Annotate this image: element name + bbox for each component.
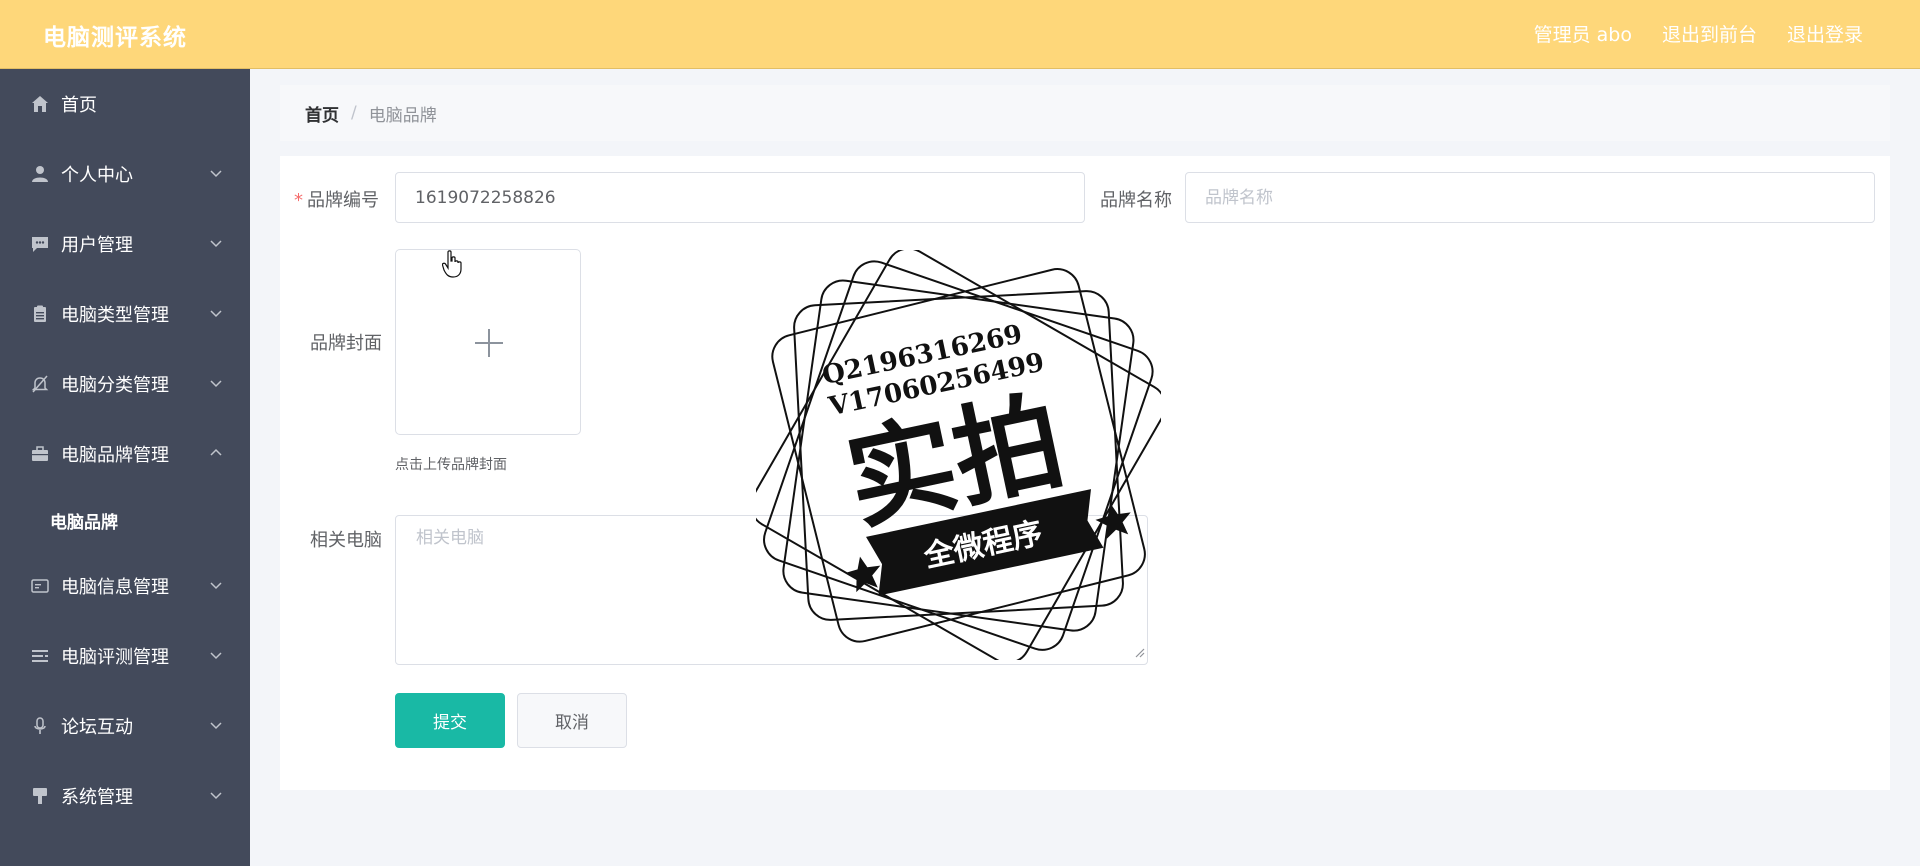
sidebar-item-label: 电脑分类管理	[61, 375, 169, 396]
bell-off-icon	[30, 374, 50, 394]
list-icon	[30, 646, 50, 666]
submenu-item-computer-brand[interactable]: 电脑品牌	[0, 489, 250, 551]
brand-name-label: 品牌名称	[1100, 190, 1172, 211]
chevron-down-icon	[210, 240, 222, 248]
brand-cover-label: 品牌封面	[310, 333, 382, 354]
sidebar: 首页 个人中心 用户管理 电脑类型管理 电脑分类管理 电脑品牌管理 电脑品牌 电…	[0, 69, 250, 866]
sidebar-item-computer-category[interactable]: 电脑分类管理	[0, 349, 250, 419]
admin-user-link[interactable]: 管理员 abo	[1534, 20, 1632, 47]
breadcrumb-separator: /	[351, 103, 357, 123]
sidebar-item-label: 电脑品牌管理	[61, 445, 169, 466]
card-icon	[30, 576, 50, 596]
user-icon	[30, 164, 50, 184]
cover-uploader[interactable]	[395, 249, 581, 435]
sidebar-item-label: 论坛互动	[61, 717, 133, 738]
sidebar-item-label: 电脑类型管理	[61, 305, 169, 326]
related-computer-label: 相关电脑	[310, 530, 382, 551]
chevron-down-icon	[210, 792, 222, 800]
related-computer-textarea[interactable]	[395, 515, 1148, 665]
sidebar-item-system[interactable]: 系统管理	[0, 761, 250, 831]
home-icon	[30, 94, 50, 114]
header-links: 管理员 abo 退出到前台 退出登录	[1534, 20, 1863, 47]
sidebar-item-home[interactable]: 首页	[0, 69, 250, 139]
sidebar-item-label: 个人中心	[61, 165, 133, 186]
upload-tip: 点击上传品牌封面	[395, 457, 507, 473]
chevron-down-icon	[210, 310, 222, 318]
clipboard-icon	[30, 304, 50, 324]
sidebar-item-personal-center[interactable]: 个人中心	[0, 139, 250, 209]
sidebar-item-label: 系统管理	[61, 787, 133, 808]
sidebar-item-label: 首页	[61, 95, 97, 116]
sidebar-item-computer-review[interactable]: 电脑评测管理	[0, 621, 250, 691]
breadcrumb-current: 电脑品牌	[368, 105, 437, 126]
brand-no-input[interactable]	[395, 172, 1085, 223]
required-mark: *	[294, 190, 303, 211]
sidebar-item-label: 电脑信息管理	[61, 577, 169, 598]
chevron-down-icon	[210, 582, 222, 590]
logout-link[interactable]: 退出登录	[1787, 20, 1863, 47]
chevron-down-icon	[210, 170, 222, 178]
chat-icon	[30, 234, 50, 254]
submit-button[interactable]: 提交	[395, 693, 505, 748]
brand-no-label: * 品牌编号	[294, 190, 379, 211]
breadcrumb: 首页 / 电脑品牌	[280, 85, 1890, 141]
chevron-up-icon	[210, 448, 222, 456]
exit-to-frontend-link[interactable]: 退出到前台	[1662, 20, 1757, 47]
briefcase-icon	[30, 444, 50, 464]
chevron-down-icon	[210, 722, 222, 730]
sidebar-item-forum[interactable]: 论坛互动	[0, 691, 250, 761]
brand-form: *品牌编号 品牌名称 品牌封面 点击上传品牌封面 相关电脑 提交 取消	[280, 156, 1890, 790]
breadcrumb-home[interactable]: 首页	[305, 101, 339, 126]
chevron-down-icon	[210, 652, 222, 660]
sidebar-item-computer-brand[interactable]: 电脑品牌管理	[0, 419, 250, 489]
brush-icon	[30, 786, 50, 806]
sidebar-item-label: 用户管理	[61, 235, 133, 256]
resize-grip-icon[interactable]	[1132, 645, 1146, 659]
sidebar-item-user-management[interactable]: 用户管理	[0, 209, 250, 279]
plus-icon	[475, 329, 503, 357]
sidebar-item-computer-info[interactable]: 电脑信息管理	[0, 551, 250, 621]
microphone-icon	[30, 716, 50, 736]
brand-name-input[interactable]	[1185, 172, 1875, 223]
sidebar-item-label: 电脑评测管理	[61, 647, 169, 668]
app-title: 电脑测评系统	[43, 25, 187, 51]
top-header: 电脑测评系统 管理员 abo 退出到前台 退出登录	[0, 0, 1920, 69]
chevron-down-icon	[210, 380, 222, 388]
cancel-button[interactable]: 取消	[517, 693, 627, 748]
sidebar-item-computer-type[interactable]: 电脑类型管理	[0, 279, 250, 349]
